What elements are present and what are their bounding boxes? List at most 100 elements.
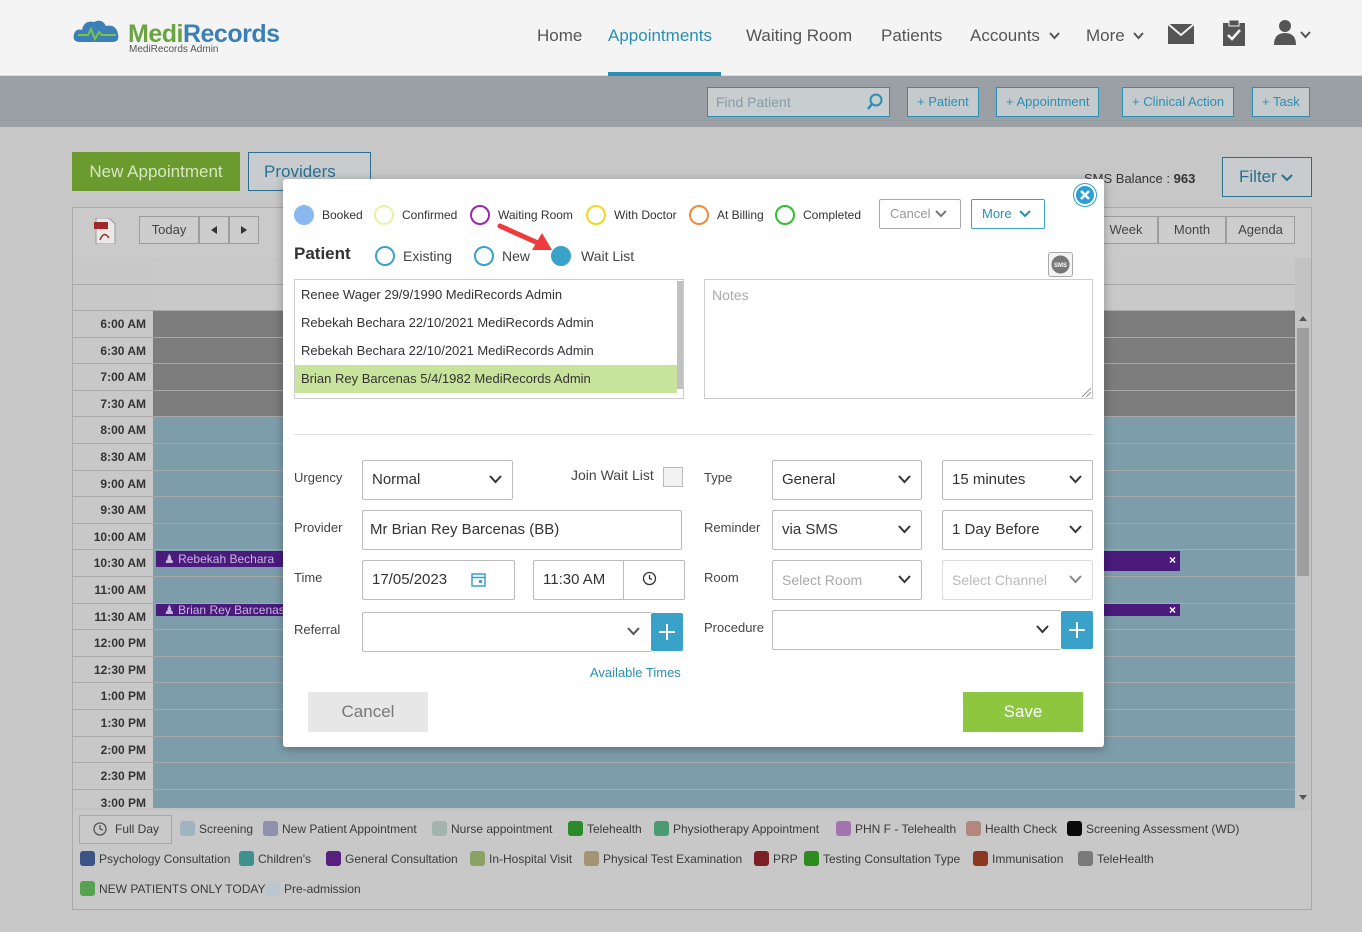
legend-item: Screening [180, 821, 253, 836]
plus-icon [659, 624, 675, 640]
nav-patients[interactable]: Patients [881, 26, 942, 46]
procedure-select[interactable] [772, 610, 1061, 650]
status-label: Waiting Room [498, 208, 573, 222]
filter-button[interactable]: Filter [1222, 157, 1312, 197]
chevron-down-icon [1069, 475, 1082, 484]
available-times-link[interactable]: Available Times [590, 665, 681, 680]
time-label: 11:30 AM [94, 610, 146, 624]
nav-home[interactable]: Home [537, 26, 582, 46]
legend-label: NEW PATIENTS ONLY TODAY [99, 881, 266, 896]
channel-select[interactable]: Select Channel [942, 560, 1093, 600]
chevron-down-icon [1069, 525, 1082, 534]
urgency-select[interactable]: Normal [362, 460, 513, 500]
patient-list-item[interactable]: Brian Rey Barcenas 5/4/1982 MediRecords … [295, 365, 677, 393]
status-label: Confirmed [402, 208, 458, 222]
status-circle [775, 205, 795, 225]
chevron-down-icon [935, 210, 947, 218]
legend-swatch [973, 851, 988, 866]
nav-more[interactable]: More [1086, 26, 1125, 46]
radio-existing[interactable]: Existing [375, 246, 452, 266]
patient-list-scrollbar[interactable] [677, 281, 683, 389]
duration-select[interactable]: 15 minutes [942, 460, 1093, 500]
clock-icon[interactable] [642, 571, 657, 586]
radio-wait-list[interactable]: Wait List [551, 246, 634, 266]
room-select[interactable]: Select Room [772, 560, 922, 600]
cancel-button[interactable]: Cancel [308, 692, 428, 732]
clipboard-check-icon[interactable] [1223, 20, 1245, 46]
close-icon[interactable]: × [1169, 552, 1176, 568]
chevron-down-icon [898, 575, 911, 584]
appointment-block[interactable]: ♟ Rebekah Bechara [156, 551, 286, 567]
resize-handle-icon[interactable] [1082, 388, 1091, 397]
cancel-dropdown[interactable]: Cancel [879, 199, 961, 229]
scrollbar-thumb[interactable] [1297, 328, 1309, 576]
mail-icon[interactable] [1168, 24, 1194, 44]
add-patient-button[interactable]: + Patient [907, 87, 979, 117]
legend-swatch [966, 821, 981, 836]
reminder-select[interactable]: via SMS [772, 510, 922, 550]
add-referral-button[interactable] [651, 613, 683, 651]
search-icon[interactable] [866, 93, 884, 111]
join-wait-list-checkbox[interactable] [663, 467, 683, 487]
provider-label: Provider [294, 520, 343, 535]
add-procedure-button[interactable] [1061, 611, 1093, 649]
pdf-icon[interactable] [94, 218, 116, 244]
save-button[interactable]: Save [963, 692, 1083, 732]
patient-list-item[interactable]: Rebekah Bechara 22/10/2021 MediRecords A… [295, 337, 677, 365]
legend-item: Nurse appointment [432, 821, 552, 836]
date-input[interactable]: 17/05/2023 [362, 560, 515, 600]
notes-textarea[interactable]: Notes [704, 279, 1093, 399]
time-value: 11:30 AM [543, 571, 606, 588]
legend-label: In-Hospital Visit [489, 851, 573, 866]
view-agenda-button[interactable]: Agenda [1226, 216, 1295, 244]
scroll-down-icon[interactable] [1299, 795, 1307, 800]
close-icon[interactable]: × [1169, 604, 1176, 616]
legend-item: TeleHealth [1078, 851, 1154, 866]
prev-button[interactable] [199, 216, 229, 244]
legend-label: Testing Consultation Type [823, 851, 961, 866]
reminder-when-select[interactable]: 1 Day Before [942, 510, 1093, 550]
add-appointment-button[interactable]: + Appointment [996, 87, 1100, 117]
time-label: 7:00 AM [100, 370, 146, 384]
calendar-icon[interactable] [471, 572, 486, 587]
provider-input[interactable]: Mr Brian Rey Barcenas (BB) [362, 510, 682, 550]
add-task-button[interactable]: + Task [1252, 87, 1310, 117]
patient-list-item[interactable]: Renee Wager 29/9/1990 MediRecords Admin [295, 281, 677, 309]
type-select[interactable]: General [772, 460, 922, 500]
scroll-up-icon[interactable] [1299, 316, 1307, 321]
user-icon[interactable] [1274, 19, 1296, 45]
next-button[interactable] [229, 216, 259, 244]
divider [623, 561, 624, 599]
find-patient-input[interactable]: Find Patient [707, 87, 890, 117]
sms-icon[interactable]: SMS [1048, 252, 1073, 277]
legend-label: Telehealth [587, 821, 642, 836]
legend-swatch [326, 851, 341, 866]
nav-waiting-room[interactable]: Waiting Room [746, 26, 852, 46]
chevron-down-icon [1133, 32, 1144, 40]
time-input[interactable]: 11:30 AM [533, 560, 685, 600]
new-appointment-button[interactable]: New Appointment [72, 152, 240, 191]
close-dialog-button[interactable] [1074, 184, 1096, 206]
nav-appointments[interactable]: Appointments [608, 26, 712, 46]
add-clinical-action-button[interactable]: + Clinical Action [1122, 87, 1235, 117]
nav-accounts[interactable]: Accounts [970, 26, 1040, 46]
today-button[interactable]: Today [139, 216, 199, 244]
patient-list-item[interactable]: Rebekah Bechara 22/10/2021 MediRecords A… [295, 309, 677, 337]
person-icon: ♟ [164, 552, 179, 566]
legend-label: Pre-admission [284, 881, 361, 896]
time-label: 3:00 PM [100, 796, 146, 810]
procedure-label: Procedure [704, 620, 764, 635]
appointment-block[interactable]: × [1104, 604, 1180, 616]
full-day-label: Full Day [115, 822, 160, 836]
view-month-button[interactable]: Month [1158, 216, 1226, 244]
chevron-down-icon [1049, 32, 1060, 40]
status-circle [470, 205, 490, 225]
channel-placeholder: Select Channel [952, 572, 1047, 588]
appointment-block[interactable]: ♟ Brian Rey Barcenas [156, 604, 286, 616]
person-icon: ♟ [164, 604, 179, 616]
more-dropdown[interactable]: More [971, 199, 1045, 229]
appointment-block[interactable]: × [1104, 551, 1180, 571]
status-label: With Doctor [614, 208, 677, 222]
legend-item: Physical Test Examination [584, 851, 742, 866]
referral-select[interactable] [362, 612, 652, 652]
